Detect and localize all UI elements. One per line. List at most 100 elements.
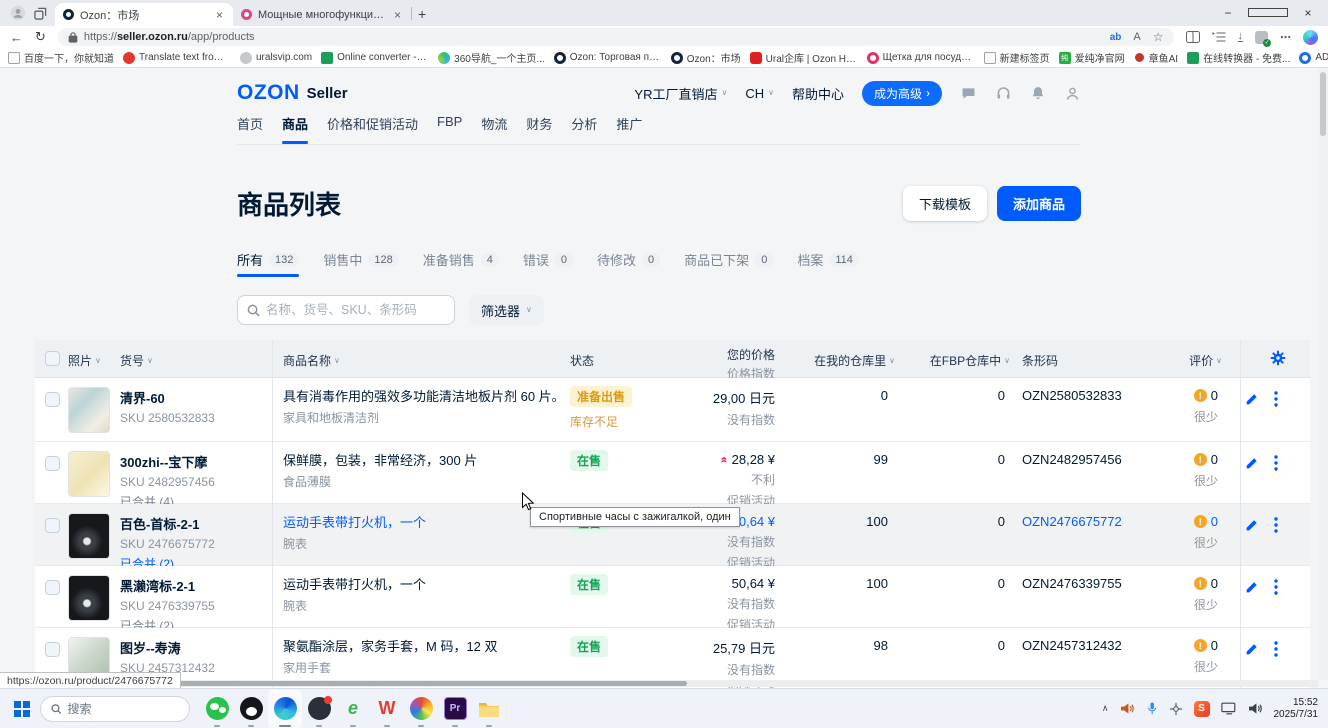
tab-close-icon[interactable]: × <box>214 8 225 22</box>
nav-finance[interactable]: 财务 <box>526 114 552 135</box>
col-art[interactable]: 货号∨ <box>120 352 153 369</box>
browser-tab-inactive[interactable]: Мощные многофункциональнь × <box>233 3 411 26</box>
window-close-button[interactable]: × <box>1288 6 1328 20</box>
tray-control-icon[interactable] <box>1169 702 1183 716</box>
bookmark[interactable]: Ural企库 | Ozon Help <box>750 50 858 65</box>
filter-tab-ready[interactable]: 准备销售4 <box>423 250 499 277</box>
bookmark[interactable]: Online converter - c... <box>321 52 429 64</box>
product-name-link[interactable]: 运动手表带打火机，一个 <box>283 514 568 531</box>
taskbar-app-music[interactable] <box>302 690 336 728</box>
premium-button[interactable]: 成为高级› <box>862 81 942 106</box>
profile-icon[interactable] <box>1064 85 1081 102</box>
bookmark[interactable]: Translate text from i... <box>123 52 231 64</box>
split-screen-icon[interactable] <box>1186 31 1200 43</box>
row-checkbox[interactable] <box>45 580 60 595</box>
filter-tab-to-fix[interactable]: 待修改0 <box>597 250 660 277</box>
tray-sogou-icon[interactable]: S <box>1194 701 1210 717</box>
product-name-link[interactable]: 具有消毒作用的强效多功能清洁地板片剂 60 片。 <box>283 388 568 405</box>
bookmark[interactable]: Ozon：市场 <box>671 50 741 65</box>
row-menu-button[interactable] <box>1274 455 1278 471</box>
vertical-scrollbar[interactable] <box>1318 68 1328 680</box>
product-image[interactable] <box>68 513 110 559</box>
read-aloud-icon[interactable]: A <box>1133 31 1140 43</box>
bookmark[interactable]: 百度一下，你就知道 <box>8 50 114 65</box>
taskbar-search-input[interactable] <box>67 702 179 716</box>
bookmark[interactable]: 新建标签页 <box>984 50 1050 65</box>
tray-microphone-icon[interactable] <box>1146 701 1158 716</box>
product-name-link[interactable]: 聚氨酯涂层，家务手套，M 码，12 双 <box>283 638 568 655</box>
translate-icon[interactable]: ab <box>1110 32 1122 43</box>
bookmark[interactable]: AD <box>1299 52 1328 64</box>
col-name[interactable]: 商品名称∨ <box>283 352 340 369</box>
window-minimize-button[interactable]: − <box>1208 6 1248 20</box>
row-menu-button[interactable] <box>1274 391 1278 407</box>
row-checkbox[interactable] <box>45 518 60 533</box>
product-name-link[interactable]: 运动手表带打火机，一个 <box>283 576 568 593</box>
tab-groups-icon[interactable] <box>34 7 47 20</box>
filters-button[interactable]: 筛选器∨ <box>469 295 544 325</box>
tray-display-icon[interactable] <box>1221 702 1237 715</box>
row-menu-button[interactable] <box>1274 641 1278 657</box>
start-button[interactable] <box>14 701 30 717</box>
bookmark[interactable]: 360导航_一个主页... <box>438 50 545 65</box>
product-image[interactable] <box>68 451 110 497</box>
product-barcode-link[interactable]: OZN2476675772 <box>1022 514 1122 529</box>
taskbar-app-wps[interactable]: W <box>370 690 404 728</box>
tray-recorder-icon[interactable] <box>1120 702 1135 715</box>
search-input[interactable] <box>266 303 445 317</box>
select-all-checkbox[interactable] <box>45 351 60 366</box>
product-search[interactable] <box>237 295 455 325</box>
row-checkbox[interactable] <box>45 456 60 471</box>
extension-icon[interactable]: ✓ <box>1255 31 1268 44</box>
bookmark[interactable]: Ozon: Торговая пл... <box>554 52 662 64</box>
row-checkbox[interactable] <box>45 392 60 407</box>
filter-tab-all[interactable]: 所有132 <box>237 250 299 277</box>
edit-button[interactable] <box>1245 519 1258 532</box>
nav-pricing-promos[interactable]: 价格和促销活动 <box>327 114 418 135</box>
col-photo[interactable]: 照片∨ <box>68 352 101 369</box>
back-button[interactable]: ← <box>10 30 23 45</box>
language-switcher[interactable]: CH∨ <box>745 86 774 101</box>
taskbar-app-explorer[interactable] <box>472 690 506 728</box>
download-template-button[interactable]: 下载模板 <box>903 186 987 221</box>
tray-volume-icon[interactable] <box>1248 702 1263 715</box>
taskbar-app-edge[interactable] <box>268 690 302 728</box>
product-image[interactable] <box>68 387 110 433</box>
row-menu-button[interactable] <box>1274 517 1278 533</box>
taskbar-app-ie[interactable]: e <box>336 690 370 728</box>
add-product-button[interactable]: 添加商品 <box>997 186 1081 221</box>
notifications-bell-icon[interactable] <box>1030 85 1046 102</box>
store-switcher[interactable]: YR工厂直销店∨ <box>634 84 727 103</box>
profile-icon[interactable] <box>10 5 26 21</box>
taskbar-app-premiere[interactable]: Pr <box>438 690 472 728</box>
filter-tab-delisted[interactable]: 商品已下架0 <box>684 250 773 277</box>
refresh-button[interactable]: ↻ <box>35 29 46 45</box>
bookmark[interactable]: 章鱼AI <box>1134 50 1178 65</box>
address-bar[interactable]: https://seller.ozon.ru/app/products ab A… <box>58 28 1174 46</box>
product-image[interactable] <box>68 575 110 621</box>
filter-tab-errors[interactable]: 错误0 <box>523 250 573 277</box>
row-checkbox[interactable] <box>45 642 60 657</box>
edit-button[interactable] <box>1245 581 1258 594</box>
ozon-logo[interactable]: OZON <box>237 81 300 105</box>
tab-close-icon[interactable]: × <box>392 8 403 22</box>
help-center-link[interactable]: 帮助中心 <box>792 84 844 103</box>
downloads-icon[interactable]: ↓ <box>1238 32 1244 42</box>
bookmark[interactable]: Щетка для посуды,... <box>867 52 975 64</box>
taskbar-clock[interactable]: 15:522025/7/31 <box>1274 697 1319 720</box>
taskbar-app-wechat[interactable] <box>200 690 234 728</box>
headset-icon[interactable] <box>995 85 1012 102</box>
nav-home[interactable]: 首页 <box>237 114 263 135</box>
nav-products[interactable]: 商品 <box>282 114 308 135</box>
chat-icon[interactable] <box>960 85 977 102</box>
browser-tab-active[interactable]: Ozon：市场 × <box>55 3 233 26</box>
tray-expand-icon[interactable]: ∧ <box>1102 703 1109 714</box>
nav-analytics[interactable]: 分析 <box>571 114 597 135</box>
edit-button[interactable] <box>1245 457 1258 470</box>
window-maximize-button[interactable] <box>1248 6 1288 20</box>
filter-tab-selling[interactable]: 销售中128 <box>323 250 398 277</box>
favorites-bar-icon[interactable] <box>1212 31 1226 43</box>
bookmark[interactable]: 在线转换器 - 免费... <box>1187 50 1290 65</box>
edit-button[interactable] <box>1245 393 1258 406</box>
filter-tab-archive[interactable]: 档案114 <box>797 250 859 277</box>
